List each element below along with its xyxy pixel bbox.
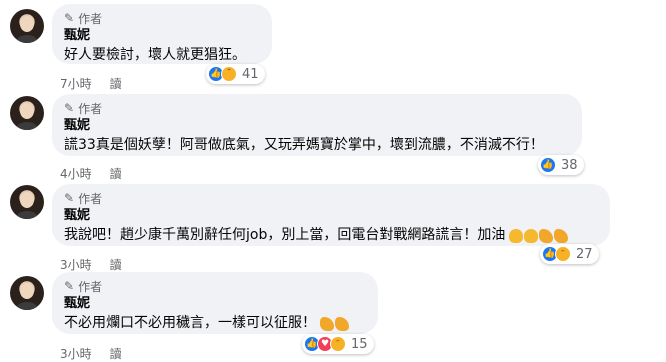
comment-text: 不必用爛口不必用穢言，一樣可以征服！: [64, 315, 316, 331]
reply-link[interactable]: 讀: [110, 256, 122, 273]
comment-text: 好人要檢討，壞人就更猖狂。: [64, 47, 246, 63]
emoji-group: [509, 228, 569, 243]
flexed-biceps-emoji-icon: [539, 229, 554, 243]
comment-meta: 3小時 讀: [60, 345, 122, 362]
comment-bubble: ✎ 作者 甄妮 好人要檢討，壞人就更猖狂。: [52, 4, 272, 64]
reply-link[interactable]: 讀: [110, 75, 122, 92]
avatar[interactable]: [10, 185, 44, 219]
pencil-icon: ✎: [64, 11, 75, 25]
comment-bubble: ✎ 作者 甄妮 謊33真是個妖孽！阿哥做底氣，又玩弄媽寶於掌中，壞到流膿，不消滅…: [52, 94, 582, 156]
timestamp[interactable]: 4小時: [60, 165, 92, 182]
timestamp[interactable]: 7小時: [60, 75, 92, 92]
haha-icon: ᵔ: [330, 336, 346, 352]
comment-text-row: 我說吧！趙少康千萬別辭任何job，別上當，回電台對戰網路謊言！加油: [64, 225, 598, 245]
clap-emoji-icon: [509, 229, 524, 243]
reaction-summary[interactable]: 👍 38: [538, 155, 584, 175]
comment-meta: 3小時 讀: [60, 256, 122, 273]
timestamp[interactable]: 3小時: [60, 256, 92, 273]
reply-link[interactable]: 讀: [110, 345, 122, 362]
comment-text: 謊33真是個妖孽！阿哥做底氣，又玩弄媽寶於掌中，壞到流膿，不消滅不行！: [64, 137, 544, 153]
flexed-biceps-emoji-icon: [554, 229, 569, 243]
reaction-count: 41: [242, 66, 259, 82]
commenter-name[interactable]: 甄妮: [64, 208, 598, 224]
avatar[interactable]: [10, 9, 44, 43]
author-badge: ✎ 作者: [64, 10, 260, 26]
flexed-biceps-emoji-icon: [320, 317, 334, 331]
reply-link[interactable]: 讀: [110, 165, 122, 182]
comment-text-row: 不必用爛口不必用穢言，一樣可以征服！: [64, 313, 366, 333]
clap-emoji-icon: [524, 229, 539, 243]
pencil-icon: ✎: [64, 101, 75, 115]
sad-icon: ˘: [221, 66, 237, 82]
comment-meta: 4小時 讀: [60, 165, 122, 182]
like-icon: 👍: [540, 157, 556, 173]
pencil-icon: ✎: [64, 191, 75, 205]
author-badge: ✎ 作者: [64, 190, 598, 206]
author-badge-label: 作者: [78, 101, 103, 116]
commenter-name[interactable]: 甄妮: [64, 28, 260, 44]
timestamp[interactable]: 3小時: [60, 345, 92, 362]
reaction-count: 27: [576, 246, 593, 262]
author-badge-label: 作者: [78, 279, 103, 294]
reaction-summary[interactable]: 👍 ᵔ 27: [540, 244, 599, 264]
emoji-group: [320, 316, 349, 331]
avatar[interactable]: [10, 276, 44, 310]
avatar[interactable]: [10, 96, 44, 130]
comment-text: 我說吧！趙少康千萬別辭任何job，別上當，回電台對戰網路謊言！加油: [64, 227, 506, 243]
haha-icon: ᵔ: [555, 246, 571, 262]
comment-bubble: ✎ 作者 甄妮 不必用爛口不必用穢言，一樣可以征服！: [52, 272, 378, 334]
author-badge-label: 作者: [78, 11, 103, 26]
reaction-summary[interactable]: 👍 ˘ 41: [206, 64, 265, 84]
comment-bubble: ✎ 作者 甄妮 我說吧！趙少康千萬別辭任何job，別上當，回電台對戰網路謊言！加…: [52, 184, 610, 246]
reaction-count: 15: [351, 336, 368, 352]
reaction-count: 38: [561, 157, 578, 173]
comment-meta: 7小時 讀: [60, 75, 122, 92]
author-badge: ✎ 作者: [64, 100, 570, 116]
commenter-name[interactable]: 甄妮: [64, 118, 570, 134]
author-badge: ✎ 作者: [64, 278, 366, 294]
reaction-summary[interactable]: 👍 ♥ ᵔ 15: [302, 334, 374, 354]
commenter-name[interactable]: 甄妮: [64, 296, 366, 312]
pencil-icon: ✎: [64, 279, 75, 293]
author-badge-label: 作者: [78, 191, 103, 206]
flexed-biceps-emoji-icon: [335, 317, 349, 331]
